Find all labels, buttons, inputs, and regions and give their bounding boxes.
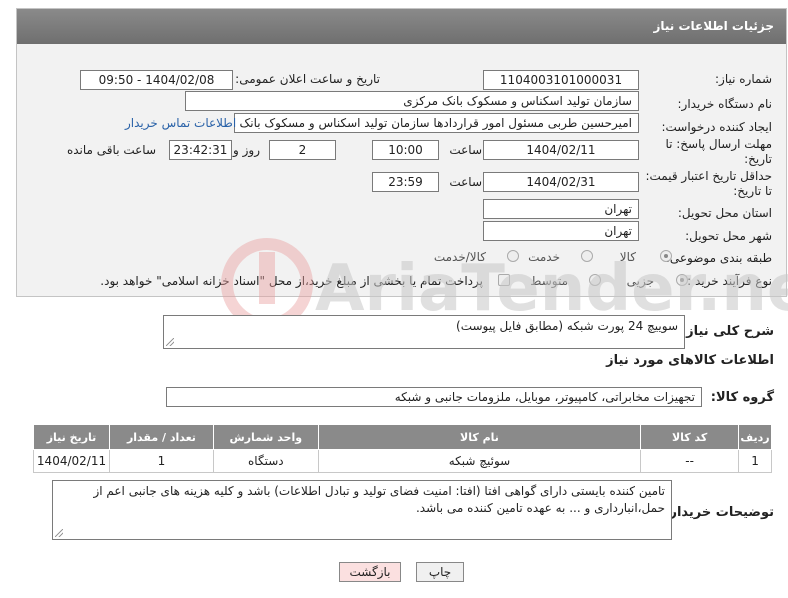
cell-quantity: 1 [109,449,214,473]
category-option-goods-service: کالا/خدمت [433,250,486,264]
category-option-service: خدمت [528,250,560,264]
treasury-payment-note: پرداخت تمام یا بخشی از مبلغ خرید،از محل … [100,274,483,288]
goods-group-label: گروه کالا: [710,390,774,405]
col-code: کد کالا [640,424,740,450]
process-option-minor: جزیی [626,274,654,288]
category-option-goods: کالا [619,250,636,264]
category-radio-service[interactable] [581,250,593,262]
description-text: سوییچ 24 پورت شبکه (مطابق فایل پیوست) [456,319,678,333]
deadline-date-field: 1404/02/11 [483,140,639,160]
time-remaining-label: ساعت باقی مانده [66,143,156,157]
price-validity-time-label: ساعت [449,175,482,189]
buyer-notes-text: تامین کننده بایستی دارای گواهی افتا (افت… [93,484,665,515]
cell-need-date: 1404/02/11 [32,449,111,473]
cell-row: 1 [738,449,772,473]
resize-handle[interactable] [55,529,63,537]
city-field: تهران [483,221,639,241]
col-unit: واحد شمارش [212,424,319,450]
buyer-org-field: سازمان تولید اسکناس و مسکوک بانک مرکزی [185,91,639,111]
need-number-field: 1104003101000031 [483,70,639,90]
table-row: 1 -- سوئیچ شبکه دستگاه 1 1404/02/11 [32,449,772,473]
days-label: روز و [233,143,260,157]
price-validity-date-field: 1404/02/31 [483,172,639,192]
creator-label: ایجاد کننده درخواست: [661,120,772,134]
goods-table: ردیف کد کالا نام کالا واحد شمارش تعداد /… [32,424,772,473]
announce-datetime-field: 1404/02/08 - 09:50 [80,70,233,90]
description-field: سوییچ 24 پورت شبکه (مطابق فایل پیوست) [163,315,685,349]
col-name: نام کالا [317,424,642,450]
category-label: طبقه بندی موضوعی: [665,251,772,265]
cell-unit: دستگاه [212,449,319,473]
col-need-date: تاریخ نیاز [32,424,111,450]
back-button[interactable]: بازگشت [339,562,401,582]
resize-handle[interactable] [166,338,174,346]
deadline-time-label: ساعت [449,143,482,157]
province-field: تهران [483,199,639,219]
time-remaining-field: 23:42:31 [169,140,232,160]
price-validity-label-line1: حداقل تاریخ اعتبار قیمت: [645,169,772,183]
col-quantity: تعداد / مقدار [109,424,214,450]
announce-datetime-label: تاریخ و ساعت اعلان عمومی: [235,72,380,86]
days-remaining-field: 2 [269,140,336,160]
panel-title: جزئیات اطلاعات نیاز [17,9,786,44]
goods-section-title: اطلاعات کالاهای مورد نیاز [606,353,774,368]
buyer-notes-field: تامین کننده بایستی دارای گواهی افتا (افت… [52,480,672,540]
city-label: شهر محل تحویل: [685,229,772,243]
creator-field: امیرحسین طربی مسئول امور قراردادها سازما… [234,113,639,133]
description-label: شرح کلی نیاز: [680,324,774,339]
need-details-panel: جزئیات اطلاعات نیاز شماره نیاز: 11040031… [16,8,787,297]
category-radio-goods-service[interactable] [507,250,519,262]
process-option-medium: متوسط [530,274,568,288]
province-label: استان محل تحویل: [677,206,772,220]
deadline-label-line1: مهلت ارسال پاسخ: تا [665,137,772,151]
price-validity-time-field: 23:59 [372,172,439,192]
cell-code: -- [640,449,740,473]
goods-table-header: ردیف کد کالا نام کالا واحد شمارش تعداد /… [32,424,772,450]
process-radio-minor[interactable] [676,274,688,286]
buyer-contact-link[interactable]: اطلاعات تماس خریدار [125,116,236,130]
process-type-label: نوع فرآیند خرید : [687,274,772,288]
goods-group-field: تجهیزات مخابراتی، کامپیوتر، موبایل، ملزو… [166,387,702,407]
buyer-notes-label: توضیحات خریدار: [664,505,774,520]
need-number-label: شماره نیاز: [715,72,772,86]
process-radio-medium[interactable] [589,274,601,286]
treasury-payment-checkbox[interactable] [498,274,510,286]
price-validity-label-line2: تا تاریخ: [733,184,772,198]
deadline-label-line2: تاریخ: [744,152,772,166]
col-row: ردیف [738,424,772,450]
buyer-org-label: نام دستگاه خریدار: [677,97,773,111]
cell-name: سوئیچ شبکه [317,449,642,473]
print-button[interactable]: چاپ [416,562,464,582]
deadline-time-field: 10:00 [372,140,439,160]
category-radio-goods[interactable] [660,250,672,262]
